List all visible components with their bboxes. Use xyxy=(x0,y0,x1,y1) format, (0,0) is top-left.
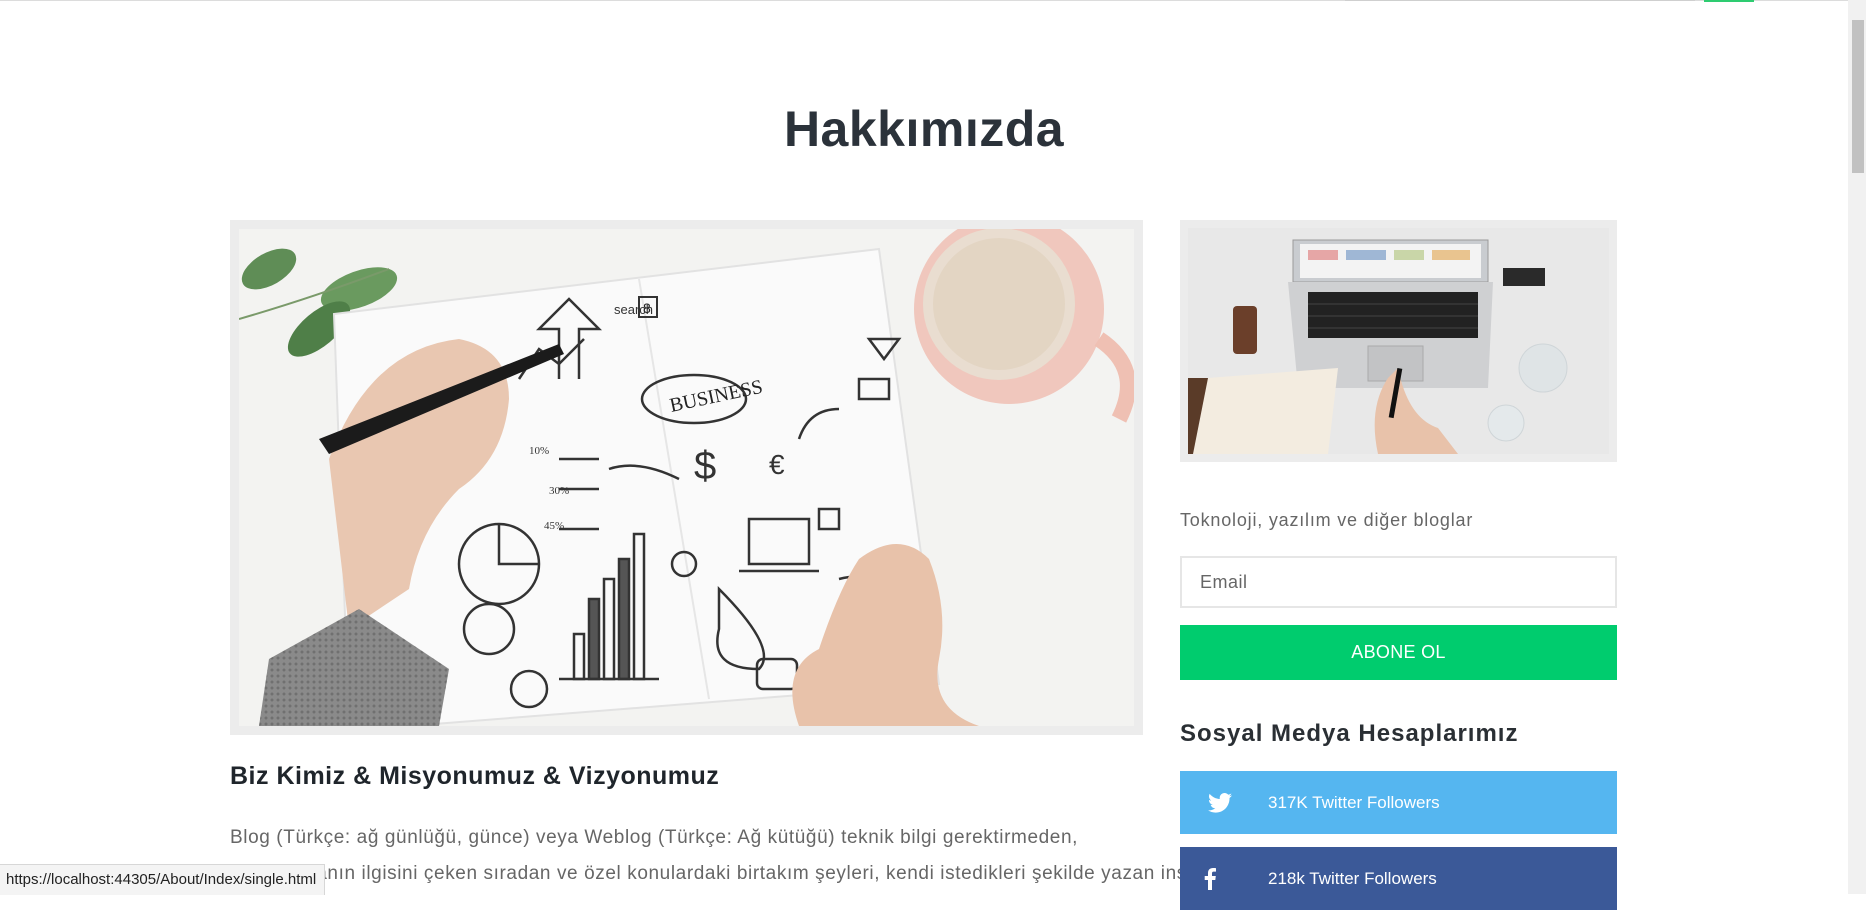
scrollbar-thumb[interactable] xyxy=(1852,20,1864,173)
header-accent xyxy=(1704,0,1754,2)
business-sketch-illustration: BUSINESS search 8 10% 30% 45% $ € xyxy=(239,229,1134,726)
main-image-frame: BUSINESS search 8 10% 30% 45% $ € xyxy=(230,220,1143,735)
sidebar-description: Toknoloji, yazılım ve diğer bloglar xyxy=(1180,510,1474,530)
percent-45: 45% xyxy=(544,520,564,532)
facebook-followers-button[interactable]: 218k Twitter Followers xyxy=(1180,847,1617,910)
page-title: Hakkımızda xyxy=(783,101,1065,157)
svg-text:€: € xyxy=(769,449,785,480)
laptop-desk-image xyxy=(1188,228,1609,454)
header-underline xyxy=(1345,0,1695,1)
facebook-icon xyxy=(1180,867,1240,890)
laptop-desk-illustration xyxy=(1188,228,1609,454)
sidebar-image-frame xyxy=(1180,220,1617,462)
post-title: Biz Kimiz & Misyonumuz & Vizyonumuz xyxy=(230,762,720,790)
calendar-day: 8 xyxy=(643,300,651,316)
business-sketch-image: BUSINESS search 8 10% 30% 45% $ € xyxy=(239,229,1134,726)
post-body-line-1: Blog (Türkçe: ağ günlüğü, günce) veya We… xyxy=(230,827,1078,848)
post-body: Blog (Türkçe: ağ günlüğü, günce) veya We… xyxy=(230,820,1486,892)
svg-text:$: $ xyxy=(694,444,716,488)
twitter-followers-button[interactable]: 317K Twitter Followers xyxy=(1180,771,1617,834)
post-body-line-2: birçok insanın ilgisini çeken sıradan ve… xyxy=(230,863,1486,884)
percent-10: 10% xyxy=(529,445,549,457)
status-bar-url: https://localhost:44305/About/Index/sing… xyxy=(0,864,326,895)
twitter-icon xyxy=(1180,792,1260,813)
twitter-followers-label: 317K Twitter Followers xyxy=(1268,792,1440,812)
facebook-followers-label: 218k Twitter Followers xyxy=(1268,868,1437,888)
social-heading: Sosyal Medya Hesaplarımız xyxy=(1180,720,1519,747)
subscribe-button[interactable]: ABONE OL xyxy=(1180,625,1617,680)
email-field[interactable] xyxy=(1180,556,1617,608)
percent-30: 30% xyxy=(549,485,569,497)
